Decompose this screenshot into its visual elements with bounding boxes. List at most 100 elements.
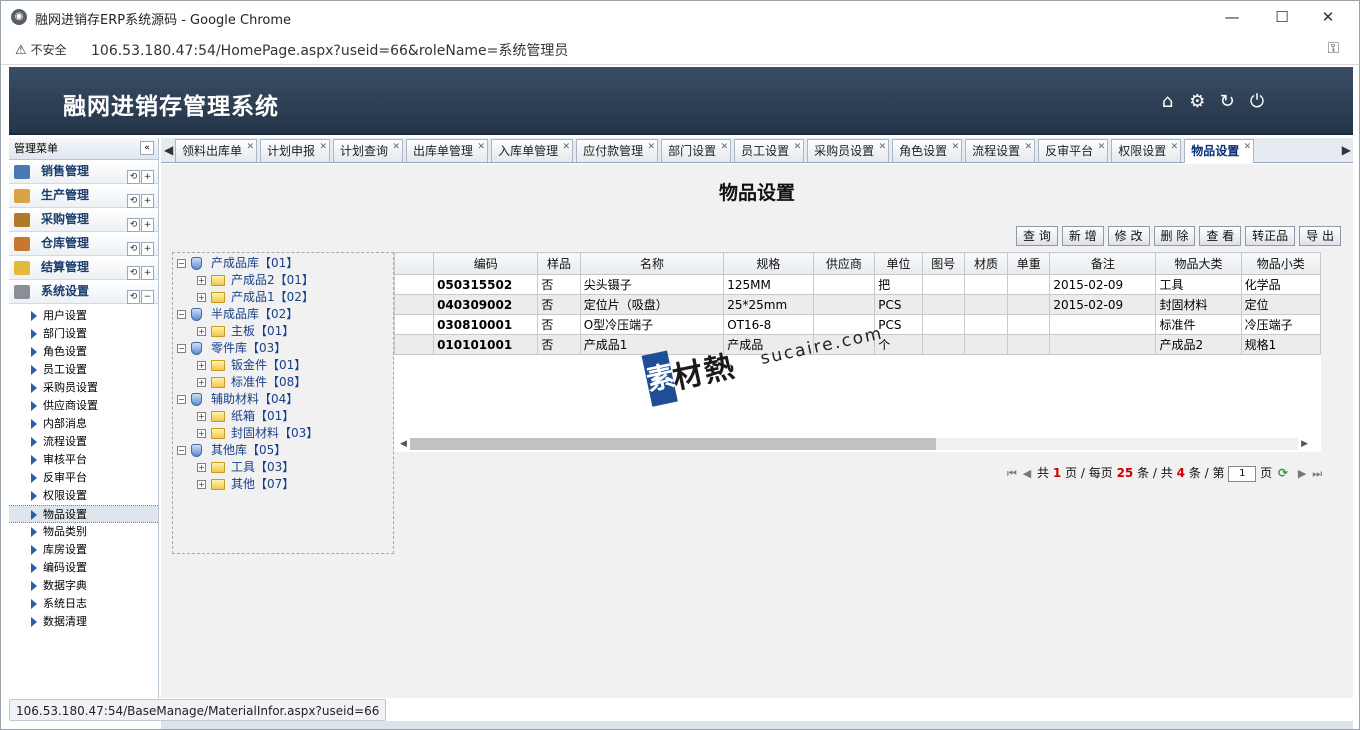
sidebar-group[interactable]: 仓库管理 ⟲ + bbox=[9, 232, 158, 256]
sidebar-item[interactable]: 流程设置 bbox=[9, 433, 158, 451]
tab-item[interactable]: 角色设置 ✕ bbox=[892, 139, 963, 162]
tab-item[interactable]: 入库单管理 ✕ bbox=[491, 139, 574, 162]
tab-close-icon[interactable]: ✕ bbox=[319, 140, 327, 154]
expand-icon[interactable]: + bbox=[197, 463, 206, 472]
tab-close-icon[interactable]: ✕ bbox=[393, 140, 401, 154]
tab-close-icon[interactable]: ✕ bbox=[1171, 140, 1179, 154]
sidebar-item[interactable]: 编码设置 bbox=[9, 559, 158, 577]
group-refresh-icon[interactable]: ⟲ bbox=[127, 170, 140, 184]
group-refresh-icon[interactable]: ⟲ bbox=[127, 194, 140, 208]
security-indicator[interactable]: ⚠ 不安全 bbox=[15, 41, 67, 58]
group-refresh-icon[interactable]: ⟲ bbox=[127, 218, 140, 232]
tab-close-icon[interactable]: ✕ bbox=[794, 140, 802, 154]
expand-icon[interactable]: + bbox=[197, 480, 206, 489]
column-header[interactable]: 名称 bbox=[579, 252, 725, 275]
column-header[interactable]: 规格 bbox=[723, 252, 814, 275]
sidebar-item[interactable]: 供应商设置 bbox=[9, 397, 158, 415]
maximize-button[interactable]: ☐ bbox=[1259, 5, 1305, 29]
tree-node[interactable]: + 工具【03】 bbox=[173, 459, 393, 476]
sidebar-group[interactable]: 系统设置 ⟲ − bbox=[9, 280, 158, 304]
group-expand-icon[interactable]: + bbox=[141, 266, 154, 280]
tab-item[interactable]: 计划申报 ✕ bbox=[260, 139, 331, 162]
scroll-thumb[interactable] bbox=[410, 438, 936, 450]
minimize-button[interactable]: — bbox=[1209, 5, 1255, 29]
tab-scroll-right-icon[interactable]: ▶ bbox=[1342, 143, 1351, 157]
tab-close-icon[interactable]: ✕ bbox=[1244, 140, 1252, 154]
tab-close-icon[interactable]: ✕ bbox=[246, 140, 254, 154]
next-page-icon[interactable]: ▶ bbox=[1298, 467, 1306, 480]
tab-close-icon[interactable]: ✕ bbox=[1025, 140, 1033, 154]
page-number-input[interactable]: 1 bbox=[1228, 465, 1257, 482]
expand-icon[interactable]: + bbox=[197, 276, 206, 285]
tab-item[interactable]: 反审平台 ✕ bbox=[1038, 139, 1109, 162]
scroll-left-icon[interactable]: ◀ bbox=[400, 438, 407, 450]
tree-node[interactable]: + 产成品1【02】 bbox=[173, 289, 393, 306]
sidebar-group[interactable]: 生产管理 ⟲ + bbox=[9, 184, 158, 208]
sidebar-item[interactable]: 审核平台 bbox=[9, 451, 158, 469]
sidebar-item[interactable]: 权限设置 bbox=[9, 487, 158, 505]
home-icon[interactable]: ⌂ bbox=[1156, 91, 1180, 113]
refresh-page-icon[interactable]: ⟳ bbox=[1278, 466, 1288, 480]
group-refresh-icon[interactable]: ⟲ bbox=[127, 266, 140, 280]
group-expand-icon[interactable]: + bbox=[141, 170, 154, 184]
column-header[interactable]: 物品小类 bbox=[1240, 252, 1321, 275]
tree-node[interactable]: − 零件库【03】 bbox=[173, 340, 393, 357]
tree-node[interactable]: + 标准件【08】 bbox=[173, 374, 393, 391]
tab-item[interactable]: 权限设置 ✕ bbox=[1111, 139, 1182, 162]
column-header[interactable]: 样品 bbox=[537, 252, 581, 275]
column-header[interactable]: 图号 bbox=[921, 252, 965, 275]
sidebar-item[interactable]: 系统日志 bbox=[9, 595, 158, 613]
collapse-sidebar-button[interactable]: « bbox=[140, 141, 154, 155]
sidebar-item[interactable]: 反审平台 bbox=[9, 469, 158, 487]
tab-item[interactable]: 部门设置 ✕ bbox=[661, 139, 732, 162]
collapse-icon[interactable]: − bbox=[177, 344, 186, 353]
expand-icon[interactable]: + bbox=[197, 293, 206, 302]
tab-item[interactable]: 物品设置 ✕ bbox=[1184, 139, 1255, 163]
expand-icon[interactable]: + bbox=[197, 327, 206, 336]
group-expand-icon[interactable]: + bbox=[141, 218, 154, 232]
tree-node[interactable]: + 其他【07】 bbox=[173, 476, 393, 493]
horizontal-scrollbar[interactable]: ◀ ▶ bbox=[398, 438, 1310, 450]
column-header[interactable]: 备注 bbox=[1049, 252, 1157, 275]
prev-page-icon[interactable]: ◀ bbox=[1023, 467, 1031, 480]
tree-node[interactable]: + 纸箱【01】 bbox=[173, 408, 393, 425]
toolbar-button[interactable]: 查 询 bbox=[1016, 226, 1058, 246]
refresh-icon[interactable]: ↻ bbox=[1215, 91, 1239, 113]
tab-scroll-left-icon[interactable]: ◀ bbox=[164, 143, 173, 157]
collapse-icon[interactable]: − bbox=[177, 395, 186, 404]
tab-item[interactable]: 流程设置 ✕ bbox=[965, 139, 1036, 162]
sidebar-item[interactable]: 库房设置 bbox=[9, 541, 158, 559]
expand-icon[interactable]: + bbox=[197, 429, 206, 438]
tab-close-icon[interactable]: ✕ bbox=[563, 140, 571, 154]
close-window-button[interactable]: ✕ bbox=[1305, 5, 1351, 29]
tab-item[interactable]: 出库单管理 ✕ bbox=[406, 139, 489, 162]
sidebar-item[interactable]: 物品类别 bbox=[9, 523, 158, 541]
sidebar-item[interactable]: 物品设置 bbox=[9, 505, 158, 523]
tree-node[interactable]: + 主板【01】 bbox=[173, 323, 393, 340]
tab-item[interactable]: 采购员设置 ✕ bbox=[807, 139, 890, 162]
sidebar-item[interactable]: 员工设置 bbox=[9, 361, 158, 379]
sidebar-item[interactable]: 数据清理 bbox=[9, 613, 158, 631]
toolbar-button[interactable]: 删 除 bbox=[1153, 226, 1196, 246]
tab-close-icon[interactable]: ✕ bbox=[879, 140, 887, 154]
group-refresh-icon[interactable]: ⟲ bbox=[127, 242, 140, 256]
tree-node[interactable]: + 产成品2【01】 bbox=[173, 272, 393, 289]
toolbar-button[interactable]: 修 改 bbox=[1107, 226, 1150, 246]
sidebar-item[interactable]: 角色设置 bbox=[9, 343, 158, 361]
group-expand-icon[interactable]: + bbox=[141, 194, 154, 208]
sidebar-group[interactable]: 采购管理 ⟲ + bbox=[9, 208, 158, 232]
expand-icon[interactable]: + bbox=[197, 361, 206, 370]
collapse-icon[interactable]: − bbox=[177, 446, 186, 455]
toolbar-button[interactable]: 查 看 bbox=[1199, 226, 1242, 246]
scroll-right-icon[interactable]: ▶ bbox=[1301, 438, 1308, 450]
tree-node[interactable]: + 钣金件【01】 bbox=[173, 357, 393, 374]
toolbar-button[interactable]: 导 出 bbox=[1299, 226, 1341, 246]
table-row[interactable]: 040309002 否定位片（吸盘） 25*25mm PCS 2015-02-09 封固材… bbox=[394, 294, 1321, 315]
table-row[interactable]: 050315502 否尖头镊子 125MM 把 2015-02-09 工具 化学品 bbox=[394, 274, 1321, 295]
sidebar-group[interactable]: 结算管理 ⟲ + bbox=[9, 256, 158, 280]
column-header[interactable]: 单重 bbox=[1007, 252, 1051, 275]
tab-close-icon[interactable]: ✕ bbox=[478, 140, 486, 154]
column-header[interactable]: 编码 bbox=[433, 252, 539, 275]
key-icon[interactable]: ⚿ bbox=[1328, 39, 1339, 57]
collapse-icon[interactable]: − bbox=[177, 310, 186, 319]
